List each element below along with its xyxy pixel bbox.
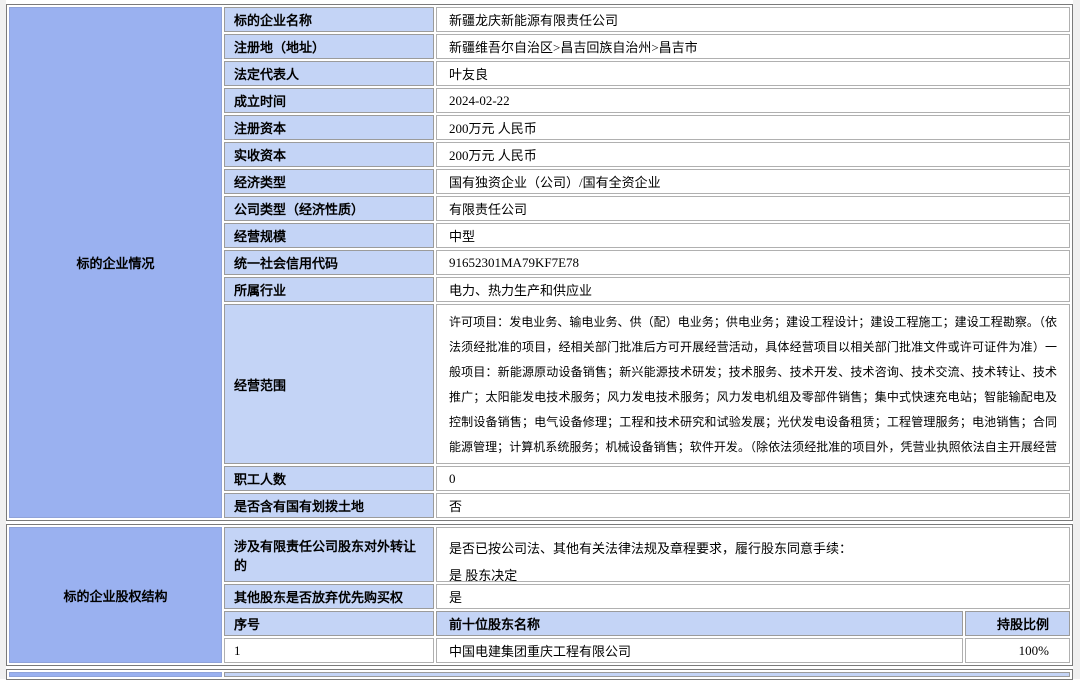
field-value: 是 (436, 584, 1070, 609)
table-row: 所属行业 电力、热力生产和供应业 (224, 277, 1070, 302)
table-row: 其他股东是否放弃优先购买权 是 (224, 584, 1070, 609)
field-value-line: 是否已按公司法、其他有关法律法规及章程要求，履行股东同意手续： (449, 535, 1057, 562)
field-label: 经营规模 (224, 223, 434, 248)
field-label: 注册资本 (224, 115, 434, 140)
shareholder-header-row: 序号 前十位股东名称 持股比例 (224, 611, 1070, 636)
table-row: 统一社会信用代码 91652301MA79KF7E78 (224, 250, 1070, 275)
column-header-index: 序号 (224, 611, 434, 636)
shareholder-ratio: 100% (965, 638, 1070, 663)
field-label: 实收资本 (224, 142, 434, 167)
section-enterprise-profile: 标的企业情况 标的企业名称 新疆龙庆新能源有限责任公司 注册地（地址） 新疆维吾… (6, 4, 1073, 521)
section-title: 标的企业情况 (9, 7, 222, 518)
field-label: 公司类型（经济性质） (224, 196, 434, 221)
field-value: 新疆龙庆新能源有限责任公司 (436, 7, 1070, 32)
field-label: 标的企业名称 (224, 7, 434, 32)
field-value: 电力、热力生产和供应业 (436, 277, 1070, 302)
field-label: 职工人数 (224, 466, 434, 491)
field-label: 统一社会信用代码 (224, 250, 434, 275)
field-value: 中型 (436, 223, 1070, 248)
table-row: 是否含有国有划拨土地 否 (224, 493, 1070, 518)
table-row: 经济类型 国有独资企业（公司）/国有全资企业 (224, 169, 1070, 194)
table-row: 涉及有限责任公司股东对外转让的 是否已按公司法、其他有关法律法规及章程要求，履行… (224, 527, 1070, 582)
table-row: 注册资本 200万元 人民币 (224, 115, 1070, 140)
table-row: 公司类型（经济性质） 有限责任公司 (224, 196, 1070, 221)
column-header-ratio: 持股比例 (965, 611, 1070, 636)
table-row: 成立时间 2024-02-22 (224, 88, 1070, 113)
shareholder-row: 1 中国电建集团重庆工程有限公司 100% (224, 638, 1070, 663)
section-title: 标的企业股权结构 (9, 527, 222, 663)
table-row: 法定代表人 叶友良 (224, 61, 1070, 86)
field-label: 经营范围 (224, 304, 434, 464)
table-row: 经营规模 中型 (224, 223, 1070, 248)
field-value: 叶友良 (436, 61, 1070, 86)
field-value: 否 (436, 493, 1070, 518)
page-right-margin (1073, 0, 1080, 679)
field-label: 所属行业 (224, 277, 434, 302)
field-label: 经济类型 (224, 169, 434, 194)
next-section-label-cell (224, 672, 1070, 677)
section-rows: 涉及有限责任公司股东对外转让的 是否已按公司法、其他有关法律法规及章程要求，履行… (224, 527, 1070, 663)
table-row: 注册地（地址） 新疆维吾尔自治区>昌吉回族自治州>昌吉市 (224, 34, 1070, 59)
section-rows: 标的企业名称 新疆龙庆新能源有限责任公司 注册地（地址） 新疆维吾尔自治区>昌吉… (224, 7, 1070, 518)
field-value: 许可项目：发电业务、输电业务、供（配）电业务；供电业务；建设工程设计；建设工程施… (436, 304, 1070, 464)
field-value-line: 是 股东决定 (449, 562, 1057, 582)
enterprise-info-table: 标的企业情况 标的企业名称 新疆龙庆新能源有限责任公司 注册地（地址） 新疆维吾… (6, 4, 1073, 680)
field-value: 0 (436, 466, 1070, 491)
table-row-business-scope: 经营范围 许可项目：发电业务、输电业务、供（配）电业务；供电业务；建设工程设计；… (224, 304, 1070, 464)
shareholder-index: 1 (224, 638, 434, 663)
table-row: 标的企业名称 新疆龙庆新能源有限责任公司 (224, 7, 1070, 32)
field-label: 注册地（地址） (224, 34, 434, 59)
field-value: 200万元 人民币 (436, 142, 1070, 167)
column-header-name: 前十位股东名称 (436, 611, 963, 636)
section-equity-structure: 标的企业股权结构 涉及有限责任公司股东对外转让的 是否已按公司法、其他有关法律法… (6, 524, 1073, 666)
field-value: 200万元 人民币 (436, 115, 1070, 140)
field-value: 是否已按公司法、其他有关法律法规及章程要求，履行股东同意手续： 是 股东决定 (436, 527, 1070, 582)
field-label: 其他股东是否放弃优先购买权 (224, 584, 434, 609)
field-value: 91652301MA79KF7E78 (436, 250, 1070, 275)
field-label: 成立时间 (224, 88, 434, 113)
field-label: 法定代表人 (224, 61, 434, 86)
table-row: 职工人数 0 (224, 466, 1070, 491)
next-section-title-cell (9, 672, 222, 677)
table-row: 实收资本 200万元 人民币 (224, 142, 1070, 167)
field-value: 有限责任公司 (436, 196, 1070, 221)
field-label: 是否含有国有划拨土地 (224, 493, 434, 518)
field-value: 2024-02-22 (436, 88, 1070, 113)
field-value: 新疆维吾尔自治区>昌吉回族自治州>昌吉市 (436, 34, 1070, 59)
field-label: 涉及有限责任公司股东对外转让的 (224, 527, 434, 582)
shareholder-name: 中国电建集团重庆工程有限公司 (436, 638, 963, 663)
next-section-partial (6, 669, 1073, 680)
field-value: 国有独资企业（公司）/国有全资企业 (436, 169, 1070, 194)
